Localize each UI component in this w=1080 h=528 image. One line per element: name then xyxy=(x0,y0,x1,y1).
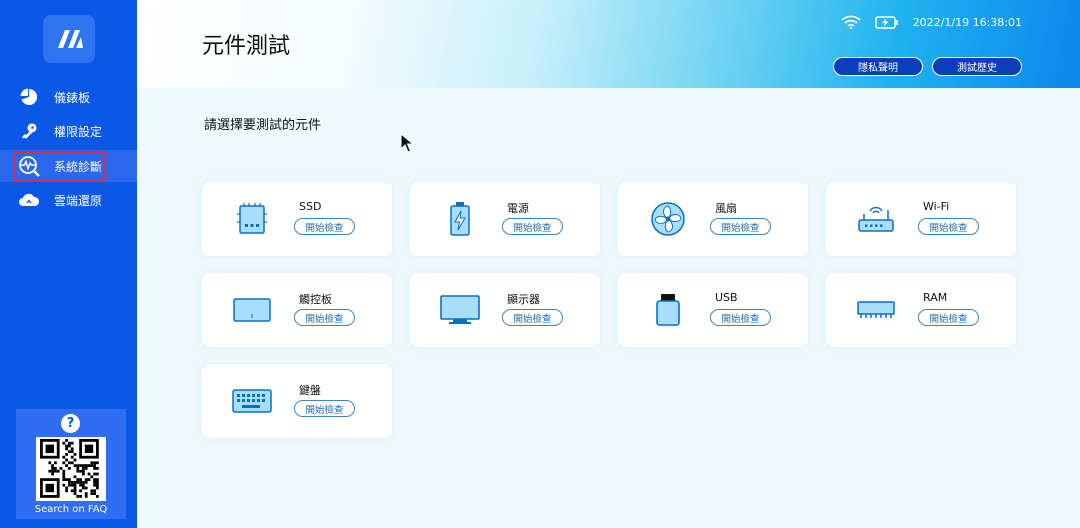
faq-qr-code[interactable] xyxy=(36,437,106,501)
usb-icon xyxy=(640,287,696,333)
battery-charging-icon xyxy=(874,15,899,29)
faq-label[interactable]: Search on FAQ xyxy=(16,504,126,515)
datetime-label: 2022/1/19 16:38:01 xyxy=(912,15,1022,29)
sidebar-item-label: 雲端還原 xyxy=(54,193,103,208)
ssd-icon xyxy=(224,196,280,242)
fan-icon xyxy=(640,196,696,242)
pie-chart-icon xyxy=(18,86,40,108)
status-bar: 2022/1/19 16:38:01 xyxy=(841,15,1022,29)
component-card-power[interactable]: 電源 開始檢查 xyxy=(410,182,600,256)
header-banner: 元件測試 2022/1/19 16:38:01 隱私聲明 測試歷史 xyxy=(137,0,1080,88)
sidebar-item-permissions[interactable]: 權限設定 xyxy=(0,115,137,147)
diagnostics-icon xyxy=(18,155,40,177)
section-subtitle: 請選擇要測試的元件 xyxy=(204,118,322,133)
sidebar-item-label: 系統診斷 xyxy=(54,159,103,174)
cloud-icon xyxy=(18,189,40,211)
sidebar: 儀錶板 權限設定 系統診斷 雲端還原 ? Search on FAQ xyxy=(0,0,137,528)
component-card-touchpad[interactable]: 觸控板 開始檢查 xyxy=(202,273,392,347)
test-history-button[interactable]: 測試歷史 xyxy=(932,57,1022,76)
start-check-button[interactable]: 開始檢查 xyxy=(918,309,979,326)
component-name: SSD xyxy=(299,200,322,213)
start-check-button[interactable]: 開始檢查 xyxy=(710,309,771,326)
component-name: RAM xyxy=(923,291,948,304)
key-icon xyxy=(18,120,40,142)
component-name: 顯示器 xyxy=(507,293,540,306)
start-check-button[interactable]: 開始檢查 xyxy=(502,309,563,326)
keyboard-icon xyxy=(224,378,280,424)
wifi-icon xyxy=(841,15,861,29)
start-check-button[interactable]: 開始檢查 xyxy=(294,400,355,417)
mouse-cursor-icon xyxy=(400,132,415,157)
touchpad-icon xyxy=(224,287,280,333)
component-name: 電源 xyxy=(507,202,529,215)
sidebar-item-label: 權限設定 xyxy=(54,124,103,139)
start-check-button[interactable]: 開始檢查 xyxy=(502,218,563,235)
help-icon[interactable]: ? xyxy=(61,414,80,433)
component-card-usb[interactable]: USB 開始檢查 xyxy=(618,273,808,347)
component-name: 鍵盤 xyxy=(299,384,321,397)
page-title: 元件測試 xyxy=(202,34,291,59)
sidebar-item-cloud-restore[interactable]: 雲端還原 xyxy=(0,184,137,216)
start-check-button[interactable]: 開始檢查 xyxy=(918,218,979,235)
component-card-ram[interactable]: RAM 開始檢查 xyxy=(826,273,1016,347)
start-check-button[interactable]: 開始檢查 xyxy=(710,218,771,235)
start-check-button[interactable]: 開始檢查 xyxy=(294,218,355,235)
sidebar-item-label: 儀錶板 xyxy=(54,90,91,105)
battery-icon xyxy=(432,196,488,242)
monitor-icon xyxy=(432,287,488,333)
component-name: 風扇 xyxy=(715,202,737,215)
app-logo xyxy=(43,15,95,63)
component-card-display[interactable]: 顯示器 開始檢查 xyxy=(410,273,600,347)
router-icon xyxy=(848,196,904,242)
start-check-button[interactable]: 開始檢查 xyxy=(294,309,355,326)
component-name: Wi-Fi xyxy=(923,200,950,213)
component-name: USB xyxy=(715,291,738,304)
faq-panel[interactable]: ? Search on FAQ xyxy=(16,409,126,519)
sidebar-item-dashboard[interactable]: 儀錶板 xyxy=(0,81,137,113)
component-card-wifi[interactable]: Wi-Fi 開始檢查 xyxy=(826,182,1016,256)
component-card-ssd[interactable]: SSD 開始檢查 xyxy=(202,182,392,256)
ram-icon xyxy=(848,287,904,333)
privacy-statement-button[interactable]: 隱私聲明 xyxy=(833,57,923,76)
component-card-keyboard[interactable]: 鍵盤 開始檢查 xyxy=(202,364,392,438)
component-name: 觸控板 xyxy=(299,293,332,306)
sidebar-item-diagnostics[interactable]: 系統診斷 xyxy=(0,150,137,182)
component-card-fan[interactable]: 風扇 開始檢查 xyxy=(618,182,808,256)
